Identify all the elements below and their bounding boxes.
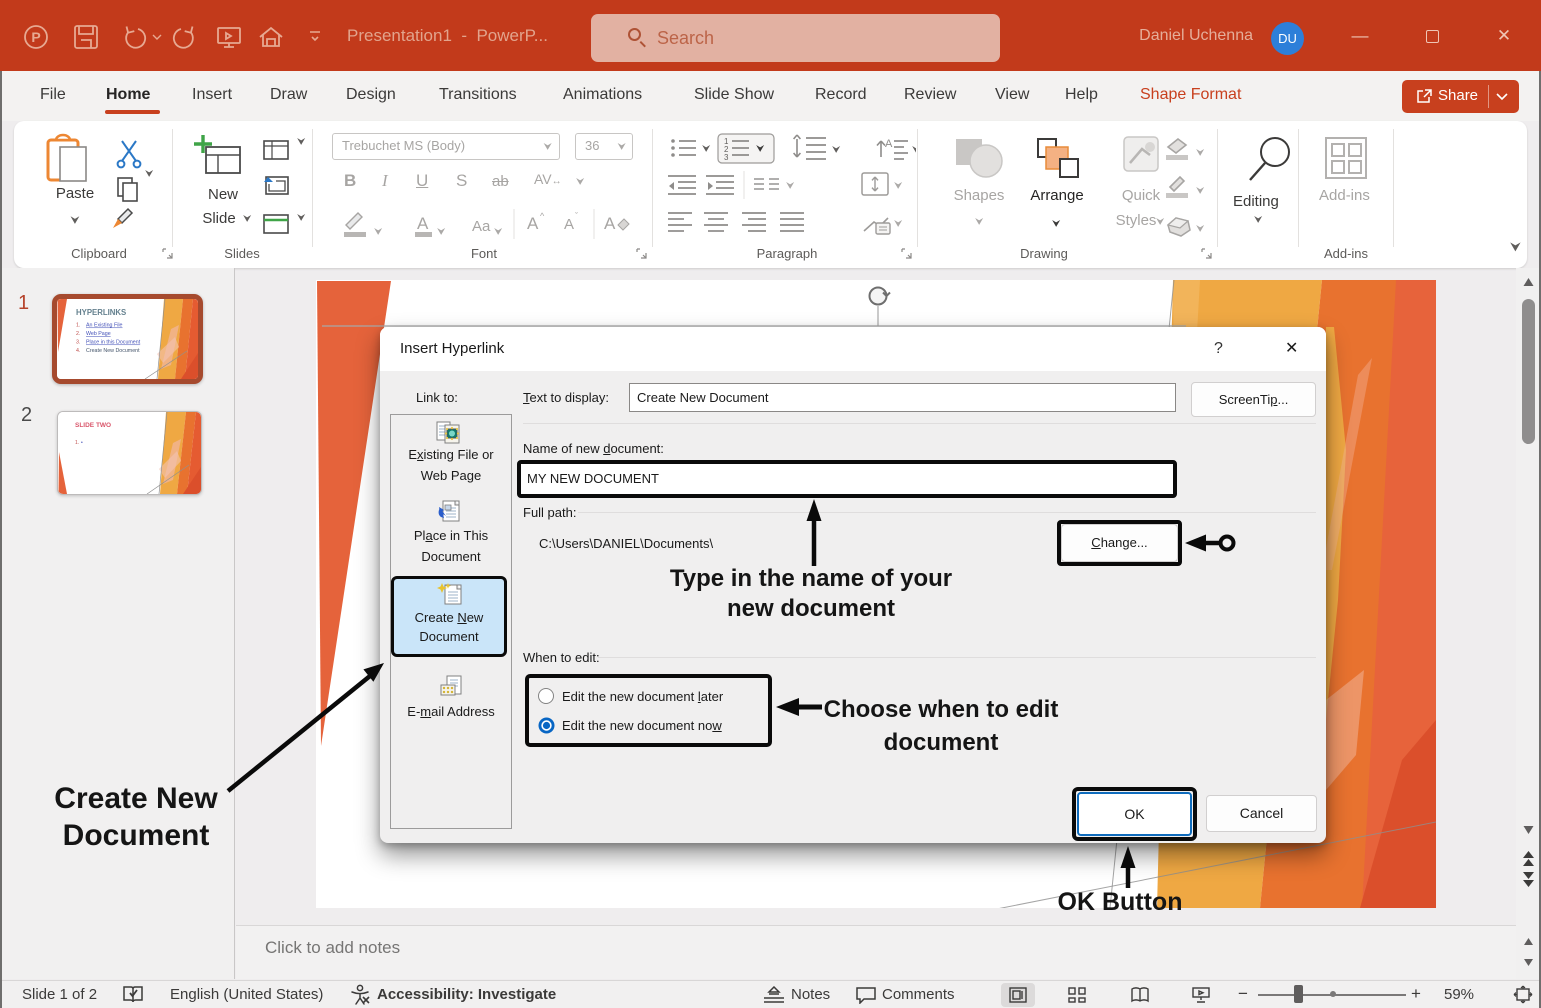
svg-text:A: A — [604, 214, 616, 233]
svg-text:Web Page: Web Page — [86, 331, 111, 337]
svg-text:Place in this Document: Place in this Document — [86, 340, 141, 346]
svg-text:4.: 4. — [76, 348, 80, 354]
svg-text:⮟: ⮟ — [437, 227, 446, 238]
svg-text:⮟: ⮟ — [1196, 148, 1205, 159]
svg-text:Styles: Styles — [1116, 212, 1157, 229]
svg-text:Aa: Aa — [472, 218, 491, 235]
svg-text:Shapes: Shapes — [954, 187, 1005, 204]
svg-text:1.: 1. — [76, 323, 80, 329]
svg-text:⮟: ⮟ — [1196, 186, 1205, 197]
svg-text:New: New — [208, 186, 238, 203]
svg-text:ˇ: ˇ — [575, 211, 578, 221]
svg-text:⮟: ⮟ — [786, 181, 795, 192]
svg-text:A: A — [564, 216, 574, 233]
svg-text:⮟: ⮟ — [756, 144, 765, 155]
svg-text:^: ^ — [540, 211, 545, 221]
svg-text:⮟: ⮟ — [702, 144, 711, 155]
svg-text:3: 3 — [724, 153, 729, 162]
svg-text:⮟: ⮟ — [912, 145, 916, 156]
svg-text:2.: 2. — [76, 331, 80, 337]
svg-text:⮟: ⮟ — [894, 219, 903, 230]
svg-text:Arrange: Arrange — [1030, 187, 1083, 204]
svg-text:⮟: ⮟ — [894, 181, 903, 192]
svg-text:⮟: ⮟ — [70, 215, 79, 227]
svg-text:⮟: ⮟ — [1052, 219, 1061, 230]
svg-text:⮟: ⮟ — [243, 214, 252, 225]
svg-text:SLIDE TWO: SLIDE TWO — [75, 422, 111, 429]
svg-text:⮟: ⮟ — [374, 227, 383, 238]
svg-text:An Existing File: An Existing File — [86, 323, 123, 329]
svg-text:Paste: Paste — [56, 185, 94, 202]
svg-text:Create New Document: Create New Document — [86, 348, 140, 354]
svg-text:3.: 3. — [76, 340, 80, 346]
svg-text:HYPERLINKS: HYPERLINKS — [76, 308, 126, 317]
svg-text:⮟: ⮟ — [1196, 224, 1205, 235]
svg-text:P: P — [31, 29, 40, 45]
svg-text:1.: 1. — [75, 440, 79, 446]
svg-text:Slide: Slide — [202, 210, 235, 227]
svg-text:Quick: Quick — [1122, 187, 1161, 204]
svg-text:⮟: ⮟ — [494, 227, 503, 238]
svg-text:A: A — [417, 214, 429, 233]
svg-text:A: A — [527, 214, 539, 233]
svg-text:⮟: ⮟ — [832, 145, 841, 156]
svg-text:A: A — [885, 138, 893, 150]
svg-text:⮟: ⮟ — [975, 217, 984, 228]
svg-text:•: • — [81, 440, 83, 446]
